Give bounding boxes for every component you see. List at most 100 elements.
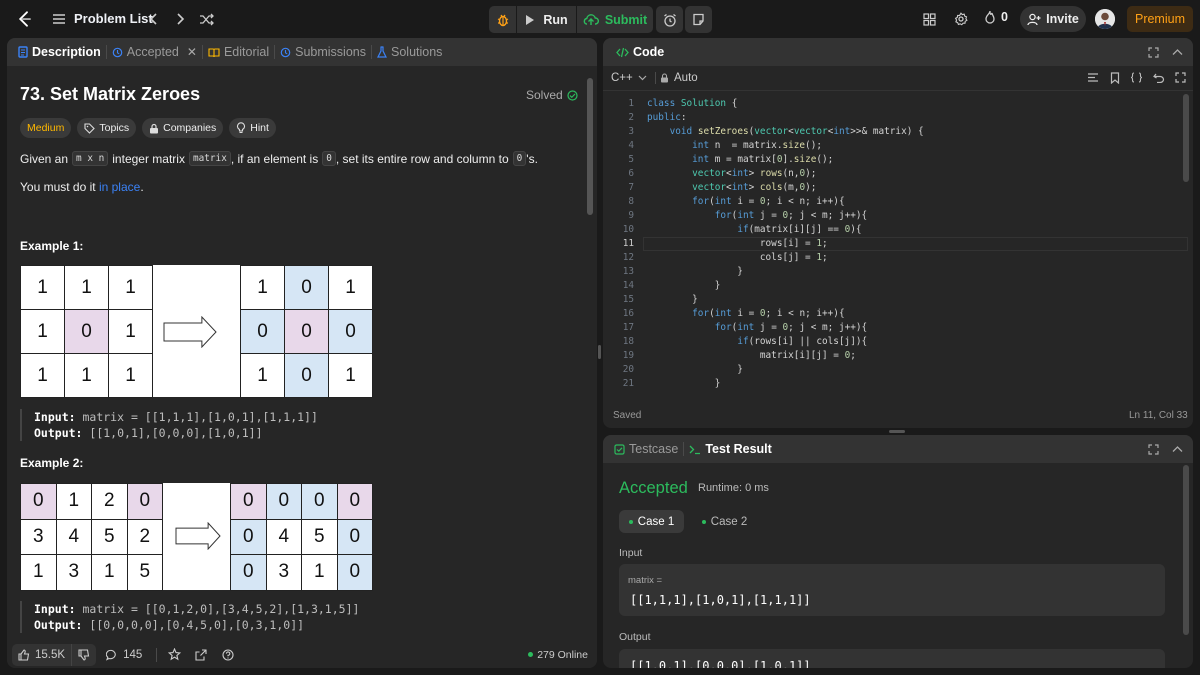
maximize-button[interactable] xyxy=(1145,44,1161,60)
share-button[interactable] xyxy=(193,647,209,663)
editor-toolbar xyxy=(1086,71,1187,84)
submit-button[interactable]: Submit xyxy=(577,6,653,33)
example-1-input-cell: 1 xyxy=(20,309,65,354)
problem-list-label: Problem List xyxy=(74,11,153,26)
premium-button[interactable]: Premium xyxy=(1127,6,1193,32)
chevron-left-icon xyxy=(149,13,157,25)
like-button[interactable]: 15.5K xyxy=(12,643,72,666)
notes-button[interactable] xyxy=(685,6,712,33)
footer-divider xyxy=(156,647,158,662)
case-2-tab[interactable]: Case 2 xyxy=(692,510,757,533)
braces-button[interactable] xyxy=(1130,71,1143,84)
case-1-tab[interactable]: Case 1 xyxy=(619,510,684,533)
input-value: matrix = [[0,1,2,0],[3,4,5,2],[1,3,1,5]] xyxy=(82,602,360,616)
fullscreen-button[interactable] xyxy=(1174,71,1187,84)
random-problem-button[interactable] xyxy=(197,10,215,28)
line-number: 18 xyxy=(622,336,634,347)
auto-mode[interactable]: Auto xyxy=(660,72,698,84)
example-1-output-cell: 1 xyxy=(240,353,285,398)
run-button[interactable]: Run xyxy=(517,6,576,33)
leetcode-logo[interactable] xyxy=(14,9,34,29)
tab-solutions[interactable]: Solutions xyxy=(372,38,447,66)
tab-description[interactable]: Description xyxy=(13,38,106,66)
prev-problem-button[interactable] xyxy=(146,10,162,28)
debug-button[interactable] xyxy=(489,6,516,33)
next-problem-button[interactable] xyxy=(172,10,188,28)
timer-button[interactable] xyxy=(656,6,683,33)
streak-counter[interactable]: 0 xyxy=(984,10,1008,24)
example-1-input-cell: 1 xyxy=(108,265,153,310)
line-number: 14 xyxy=(622,280,634,291)
line-number: 15 xyxy=(622,294,634,305)
language-label: C++ xyxy=(611,72,633,84)
line-number: 11 xyxy=(622,238,634,249)
editor-scrollbar[interactable] xyxy=(1183,94,1189,182)
inline-code: 0 xyxy=(512,151,527,166)
dislike-button[interactable] xyxy=(71,643,97,666)
example-2-output-cell: 0 xyxy=(230,483,267,520)
align-left-icon xyxy=(1087,73,1098,82)
line-number: 20 xyxy=(622,364,634,375)
example-1-input-cell: 1 xyxy=(64,265,109,310)
topics-button[interactable]: Topics xyxy=(77,118,137,138)
collapse-panel-button[interactable] xyxy=(1169,44,1185,60)
bookmark-button[interactable] xyxy=(1108,71,1121,84)
comments-button[interactable]: 145 xyxy=(106,649,142,661)
reset-button[interactable] xyxy=(1152,71,1165,84)
help-button[interactable] xyxy=(220,647,236,663)
tab-code[interactable]: Code xyxy=(611,38,669,66)
expand-icon xyxy=(1147,46,1159,58)
description-scrollbar[interactable] xyxy=(587,78,593,215)
result-scrollbar[interactable] xyxy=(1183,465,1189,635)
tab-submissions[interactable]: Submissions xyxy=(275,38,371,66)
example-1-output-cell: 1 xyxy=(240,265,285,310)
save-status: Saved xyxy=(613,410,642,421)
line-number: 6 xyxy=(628,168,634,179)
example-2-output-cell: 0 xyxy=(230,554,267,591)
note-text: . xyxy=(140,180,144,194)
tab-test-result[interactable]: Test Result xyxy=(684,435,776,463)
avatar[interactable] xyxy=(1095,9,1115,29)
example-2-output-cell: 0 xyxy=(230,518,267,555)
editor-header-divider xyxy=(603,90,1193,91)
favorite-button[interactable] xyxy=(166,647,182,663)
example-1-output-cell: 1 xyxy=(328,353,373,398)
layout-button[interactable] xyxy=(920,10,938,28)
solved-indicator: Solved xyxy=(526,88,578,102)
companies-button[interactable]: Companies xyxy=(142,118,224,138)
share-icon xyxy=(195,648,207,661)
vertical-splitter[interactable] xyxy=(598,345,601,359)
example-2-input-cell: 2 xyxy=(91,483,128,520)
close-icon[interactable]: ✕ xyxy=(187,45,197,59)
auto-label: Auto xyxy=(674,72,698,84)
line-number: 7 xyxy=(628,182,634,193)
input-value: [[1,1,1],[1,0,1],[1,1,1]] xyxy=(630,593,811,607)
example-2-input-cell: 3 xyxy=(55,554,92,591)
input-box: matrix = [[1,1,1],[1,0,1],[1,1,1]] xyxy=(619,564,1165,616)
example-1-output-cell: 0 xyxy=(284,309,329,354)
cloud-upload-icon xyxy=(583,14,599,25)
hint-button[interactable]: Hint xyxy=(229,118,276,138)
line-number: 2 xyxy=(628,112,634,123)
maximize-button[interactable] xyxy=(1145,441,1161,457)
arrow-icon xyxy=(175,522,221,550)
problem-list-button[interactable]: Problem List xyxy=(52,11,153,26)
language-select[interactable]: C++ xyxy=(611,72,647,84)
tab-editorial[interactable]: Editorial xyxy=(203,38,274,66)
example-1-heading: Example 1: xyxy=(20,239,84,253)
format-button[interactable] xyxy=(1086,71,1099,84)
example-1-input-cell: 1 xyxy=(20,353,65,398)
invite-button[interactable]: Invite xyxy=(1020,6,1086,32)
code-line: class Solution { xyxy=(647,98,738,109)
thumbs-down-icon xyxy=(78,648,90,661)
tab-testcase[interactable]: Testcase xyxy=(609,435,683,463)
example-1-input-cell: 0 xyxy=(64,309,109,354)
history-icon xyxy=(280,47,291,57)
tab-accepted[interactable]: Accepted ✕ xyxy=(107,38,202,66)
horizontal-splitter[interactable] xyxy=(889,430,905,433)
settings-button[interactable] xyxy=(952,10,970,28)
user-avatar-icon xyxy=(1095,9,1115,29)
bug-icon xyxy=(497,14,508,26)
collapse-panel-button[interactable] xyxy=(1169,441,1185,457)
in-place-link[interactable]: in place xyxy=(99,180,140,194)
